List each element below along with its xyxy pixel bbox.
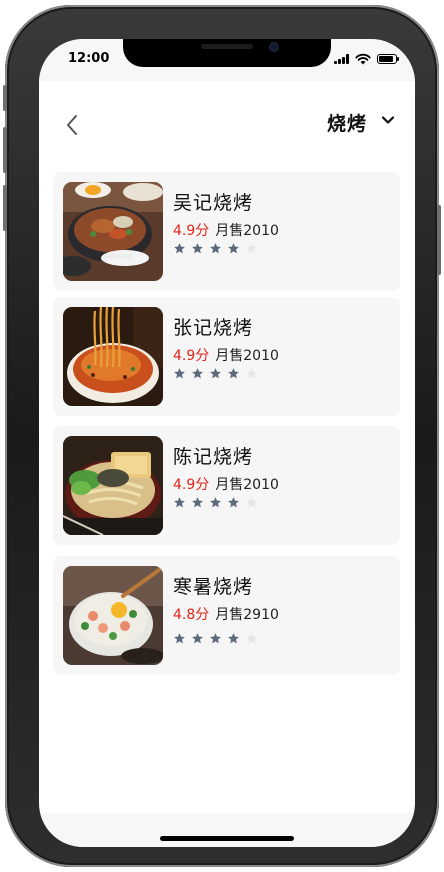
chevron-down-icon[interactable] bbox=[381, 113, 395, 127]
star-icon bbox=[192, 368, 203, 379]
shop-meta: 4.9分 月售2010 bbox=[173, 474, 279, 494]
rating-stars bbox=[173, 632, 258, 645]
star-icon bbox=[192, 497, 203, 508]
shop-score: 4.9分 bbox=[173, 223, 210, 239]
shop-sales: 月售2010 bbox=[215, 477, 279, 493]
star-icon bbox=[228, 368, 239, 379]
star-icon bbox=[210, 633, 221, 644]
rating-stars bbox=[173, 367, 258, 380]
shop-score: 4.8分 bbox=[173, 607, 210, 623]
status-icons bbox=[334, 53, 399, 65]
speaker-grille bbox=[201, 44, 253, 49]
shop-name: 寒暑烧烤 bbox=[173, 576, 254, 598]
notch bbox=[123, 39, 331, 67]
shop-sales: 月售2010 bbox=[215, 348, 279, 364]
star-icon bbox=[210, 243, 221, 254]
cellular-signal-icon bbox=[334, 54, 349, 64]
shop-score: 4.9分 bbox=[173, 477, 210, 493]
shop-score: 4.9分 bbox=[173, 348, 210, 364]
star-icon bbox=[192, 243, 203, 254]
shop-name: 张记烧烤 bbox=[173, 317, 254, 339]
star-icon bbox=[174, 633, 185, 644]
star-icon bbox=[228, 633, 239, 644]
shop-meta: 4.9分 月售2010 bbox=[173, 345, 279, 365]
star-icon bbox=[210, 368, 221, 379]
bottom-safe-area bbox=[39, 813, 415, 847]
star-icon bbox=[246, 497, 257, 508]
star-icon bbox=[174, 368, 185, 379]
star-icon bbox=[192, 633, 203, 644]
rating-stars bbox=[173, 242, 258, 255]
home-indicator[interactable] bbox=[160, 836, 294, 841]
power-button bbox=[437, 205, 441, 275]
shop-card[interactable]: 寒暑烧烤 4.8分 月售2910 bbox=[53, 556, 400, 675]
star-icon bbox=[174, 243, 185, 254]
star-icon bbox=[246, 633, 257, 644]
ramen-bowl-photo bbox=[63, 436, 163, 535]
star-icon bbox=[210, 497, 221, 508]
shop-name: 陈记烧烤 bbox=[173, 446, 254, 468]
battery-icon bbox=[377, 54, 399, 64]
shop-meta: 4.8分 月售2910 bbox=[173, 604, 279, 624]
status-time: 12:00 bbox=[68, 51, 110, 66]
phone-frame: 12:00 烧烤 吴记烧烤 4.9分 月售2010 张记烧烤 4.9分 月售20… bbox=[3, 5, 441, 867]
volume-up-button bbox=[3, 127, 7, 173]
phone-screen: 12:00 烧烤 吴记烧烤 4.9分 月售2010 张记烧烤 4.9分 月售20… bbox=[39, 39, 415, 847]
star-icon bbox=[228, 497, 239, 508]
back-button[interactable] bbox=[61, 111, 83, 139]
shop-card[interactable]: 吴记烧烤 4.9分 月售2010 bbox=[53, 172, 400, 291]
shop-card[interactable]: 陈记烧烤 4.9分 月售2010 bbox=[53, 426, 400, 545]
star-icon bbox=[228, 243, 239, 254]
page-title[interactable]: 烧烤 bbox=[327, 109, 367, 136]
shop-name: 吴记烧烤 bbox=[173, 192, 254, 214]
rice-bowl-photo bbox=[63, 182, 163, 281]
front-camera bbox=[269, 42, 279, 52]
mute-switch bbox=[3, 85, 7, 111]
star-icon bbox=[246, 368, 257, 379]
shop-card[interactable]: 张记烧烤 4.9分 月售2010 bbox=[53, 297, 400, 416]
shop-sales: 月售2010 bbox=[215, 223, 279, 239]
noodle-bowl-photo bbox=[63, 307, 163, 406]
poke-bowl-photo bbox=[63, 566, 163, 665]
shop-sales: 月售2910 bbox=[215, 607, 279, 623]
shop-meta: 4.9分 月售2010 bbox=[173, 220, 279, 240]
star-icon bbox=[246, 243, 257, 254]
star-icon bbox=[174, 497, 185, 508]
navigation-bar: 烧烤 bbox=[39, 81, 415, 165]
volume-down-button bbox=[3, 185, 7, 231]
wifi-icon bbox=[355, 53, 371, 65]
rating-stars bbox=[173, 496, 258, 509]
